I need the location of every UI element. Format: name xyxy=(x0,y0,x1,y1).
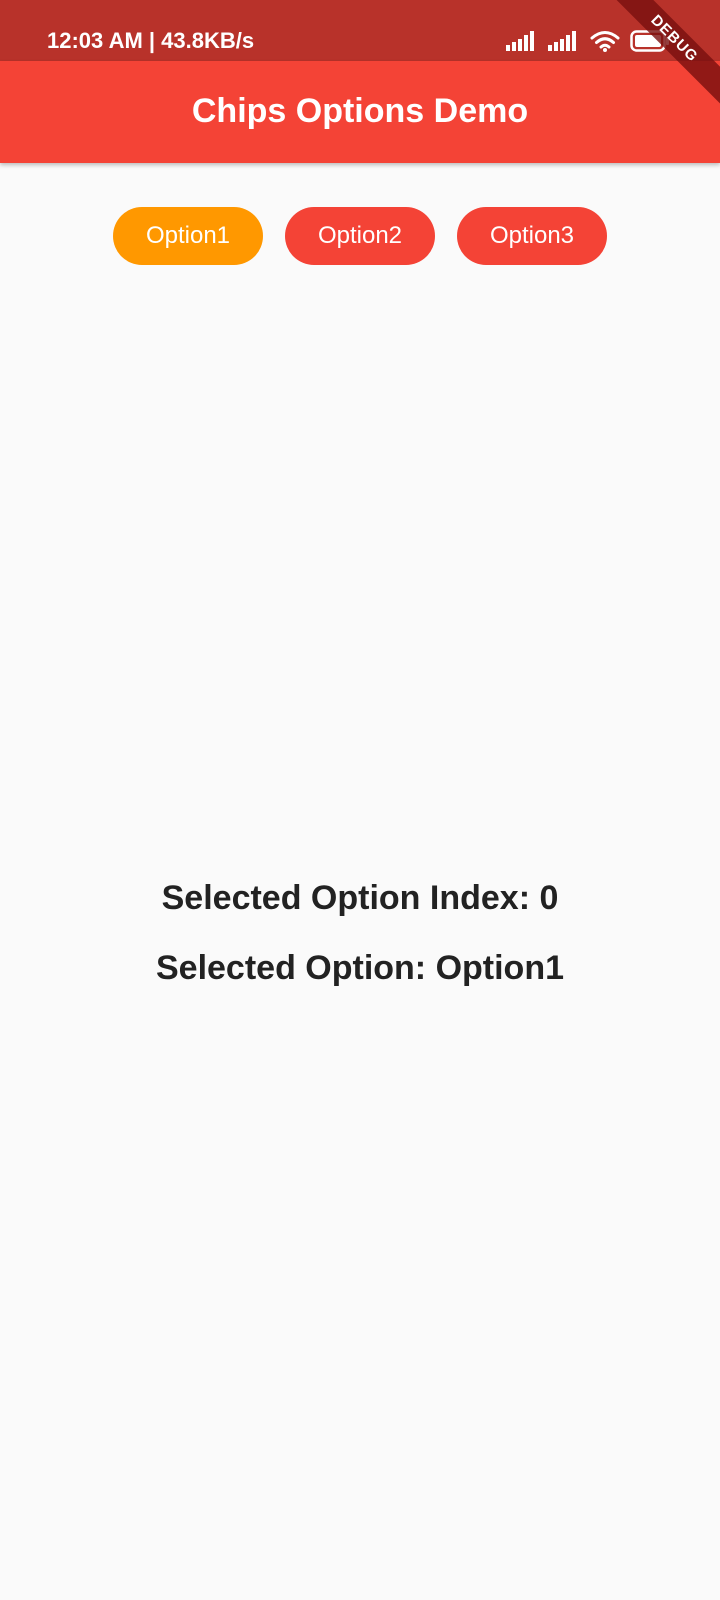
signal-icon xyxy=(548,31,576,51)
status-icons xyxy=(506,26,670,56)
chip-option3[interactable]: Option3 xyxy=(457,207,607,265)
app-bar: Chips Options Demo xyxy=(0,61,720,163)
chip-option1[interactable]: Option1 xyxy=(113,207,263,265)
signal-icon xyxy=(506,31,534,51)
app-title: Chips Options Demo xyxy=(191,92,529,130)
wifi-icon xyxy=(590,31,620,52)
selected-option-text: Selected Option: Option1 xyxy=(155,949,565,987)
chips-row: Option1 Option2 Option3 xyxy=(0,207,720,265)
chip-option2[interactable]: Option2 xyxy=(285,207,435,265)
selected-index-text: Selected Option Index: 0 xyxy=(161,879,559,917)
status-time-speed: 12:03 AM | 43.8KB/s xyxy=(47,28,255,53)
status-bar: 12:03 AM | 43.8KB/s xyxy=(0,0,720,61)
